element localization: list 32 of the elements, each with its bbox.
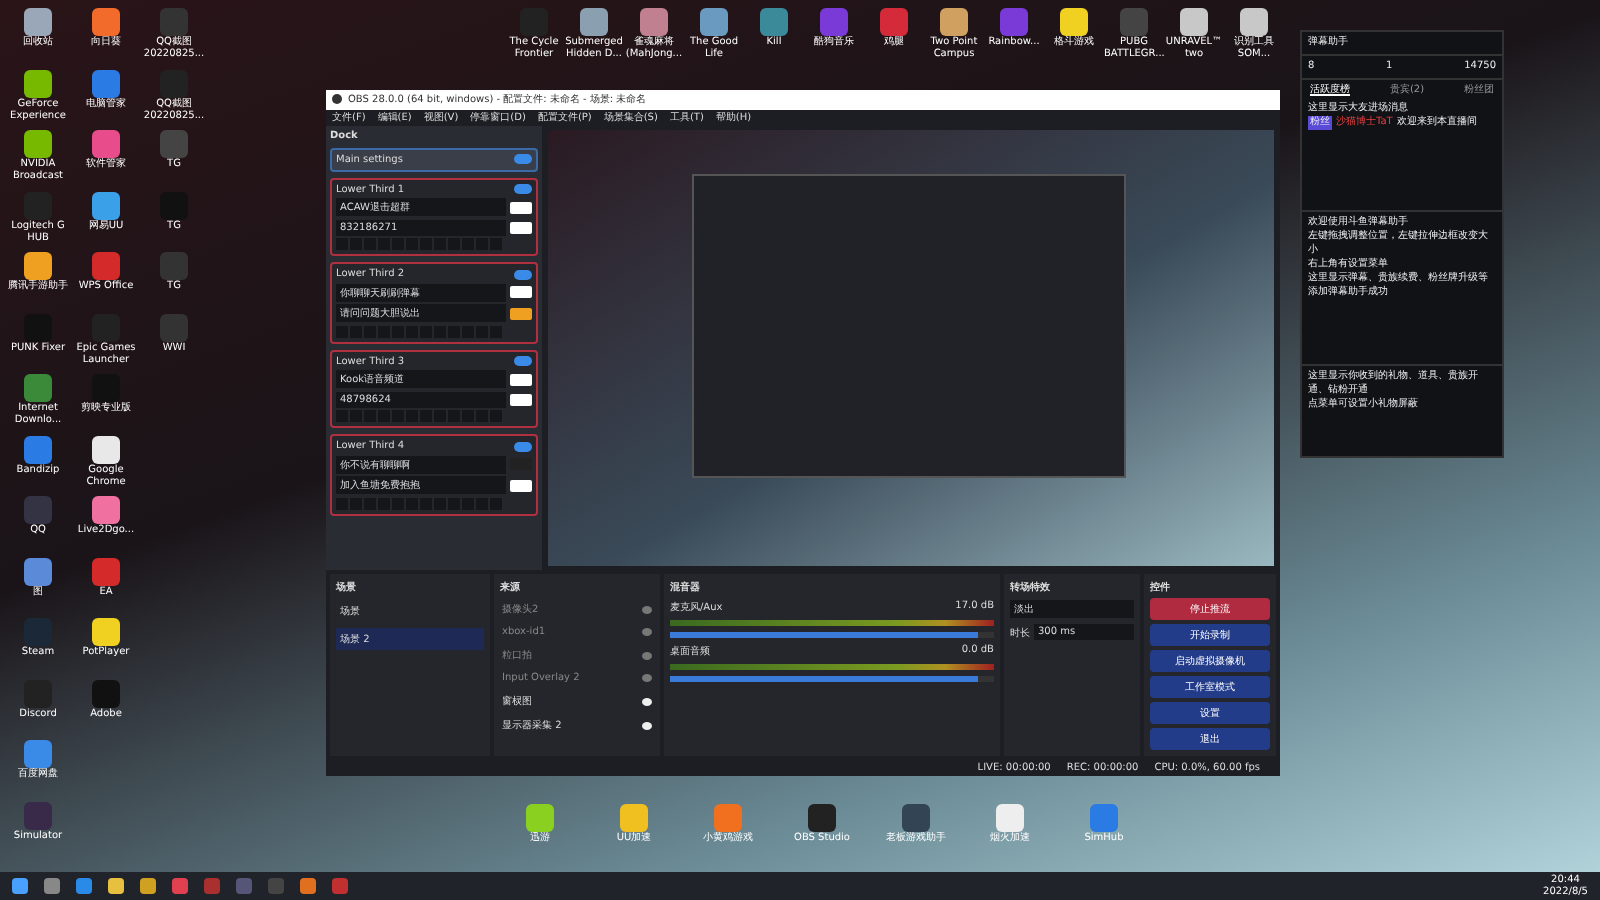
color-swatch[interactable] <box>510 373 532 386</box>
app-icon[interactable] <box>92 496 120 524</box>
color-swatch[interactable] <box>510 221 532 234</box>
app-icon[interactable] <box>92 618 120 646</box>
toggle-switch[interactable] <box>514 441 532 452</box>
app-icon[interactable] <box>24 252 52 280</box>
app-icon[interactable] <box>24 69 52 97</box>
app-icon[interactable] <box>24 130 52 158</box>
toggle-switch[interactable] <box>514 154 532 165</box>
app-icon[interactable] <box>1240 8 1268 36</box>
app-icon[interactable] <box>92 8 120 36</box>
app-icon[interactable] <box>92 191 120 219</box>
toggle-switch[interactable] <box>514 356 532 367</box>
app-icon[interactable] <box>24 8 52 36</box>
toggle-switch[interactable] <box>514 184 532 195</box>
eye-icon[interactable] <box>642 697 652 706</box>
app-icon[interactable] <box>92 435 120 463</box>
color-swatch[interactable] <box>510 286 532 299</box>
color-swatch[interactable] <box>510 201 532 214</box>
obs-logo-icon <box>332 94 342 105</box>
color-swatch[interactable] <box>510 393 532 406</box>
app-icon[interactable] <box>1060 8 1088 36</box>
toggle-switch[interactable] <box>514 269 532 280</box>
app-icon[interactable] <box>940 8 968 36</box>
app-icon[interactable] <box>700 8 728 36</box>
color-swatch[interactable] <box>510 307 532 320</box>
start-icon[interactable] <box>12 878 28 894</box>
color-swatch[interactable] <box>510 479 532 492</box>
app-icon[interactable] <box>580 8 608 36</box>
app-icon[interactable] <box>640 8 668 36</box>
eye-icon[interactable] <box>642 721 652 730</box>
app-icon[interactable] <box>1180 8 1208 36</box>
